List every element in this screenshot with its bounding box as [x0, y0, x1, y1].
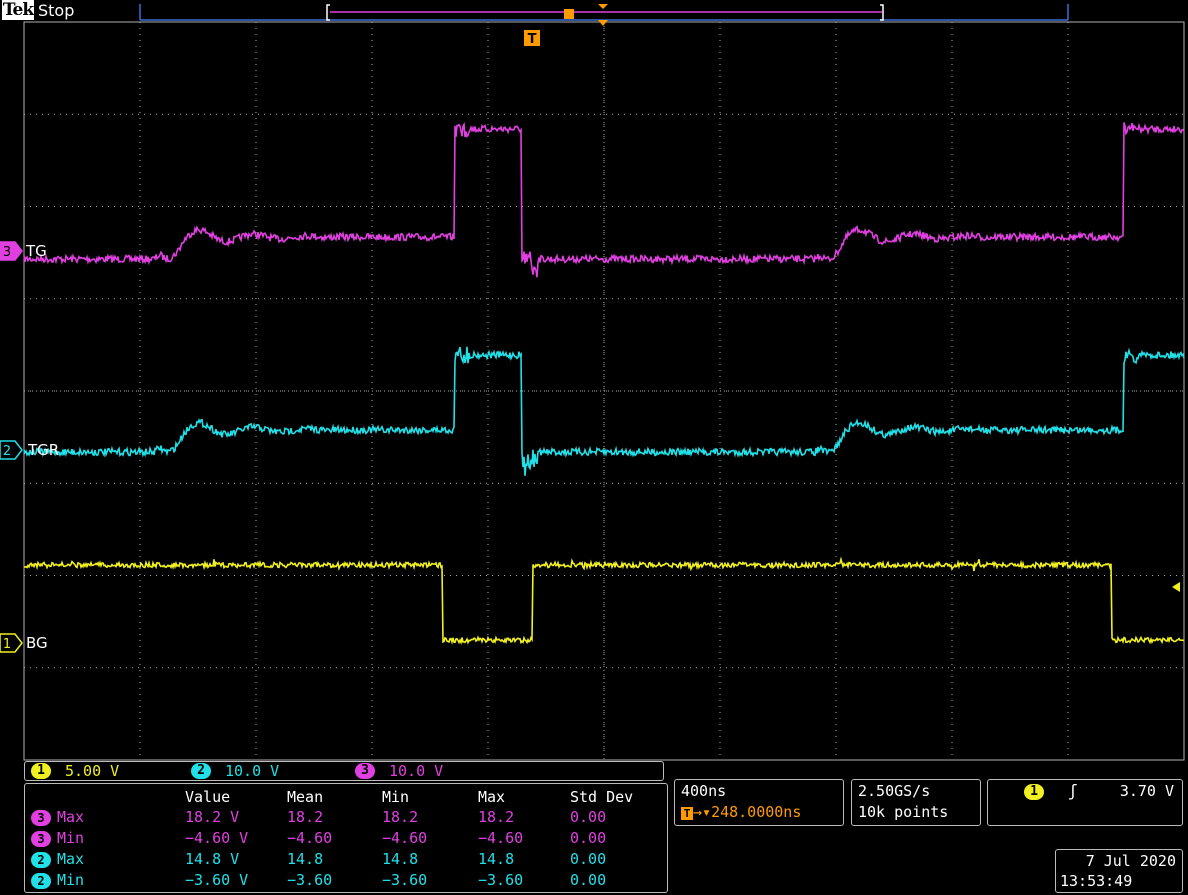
trace-bg [23, 556, 1184, 645]
measurement-mean: 18.2 [287, 808, 324, 826]
scale-ch2[interactable]: 2 10.0 V [191, 763, 279, 780]
measurement-type: Max [57, 808, 85, 826]
measurement-type: Min [57, 829, 85, 847]
datetime-readout: 7 Jul 2020 13:53:49 [1055, 849, 1183, 893]
trigger-position-marker-icon[interactable]: T [524, 30, 540, 47]
channel-badge: 3 [31, 830, 51, 847]
measurement-max: 18.2 [478, 808, 515, 826]
col-value: Value [185, 788, 231, 806]
measurement-value: −3.60 V [185, 871, 249, 889]
measurement-row[interactable]: 2 Max 14.8 V 14.8 14.8 14.8 0.00 [25, 849, 665, 869]
trigger-level-icon[interactable] [1172, 582, 1180, 592]
trigger-source-badge: 1 [1024, 784, 1044, 800]
col-max: Max [478, 788, 506, 806]
measurement-std: 0.00 [570, 850, 607, 868]
measurement-min: 18.2 [382, 808, 419, 826]
trigger-position-icon: T [681, 807, 693, 820]
svg-text:3: 3 [3, 245, 11, 260]
measurements-header: Value Mean Min Max Std Dev [25, 787, 665, 807]
ch3-ground-marker-icon[interactable]: 3 [0, 241, 23, 261]
timebase: 400ns [681, 782, 727, 800]
scale-ch3[interactable]: 3 10.0 V [355, 763, 443, 780]
measurement-max: 14.8 [478, 850, 515, 868]
date: 7 Jul 2020 [1085, 852, 1176, 870]
ch2-badge: 2 [191, 763, 211, 779]
svg-text:T: T [528, 32, 537, 47]
vertical-scale-bar[interactable]: 1 5.00 V 2 10.0 V 3 10.0 V [24, 761, 664, 781]
measurement-type: Max [57, 850, 85, 868]
measurement-mean: −4.60 [287, 829, 333, 847]
svg-text:1: 1 [3, 637, 11, 652]
scale-ch1[interactable]: 1 5.00 V [31, 763, 119, 780]
measurement-std: 0.00 [570, 829, 607, 847]
channel-badge: 3 [31, 809, 51, 826]
measurement-max: −4.60 [478, 829, 524, 847]
measurement-value: −4.60 V [185, 829, 249, 847]
trigger-level: 3.70 V [1119, 782, 1174, 800]
col-mean: Mean [287, 788, 324, 806]
measurement-row[interactable]: 2 Min −3.60 V −3.60 −3.60 −3.60 0.00 [25, 870, 665, 890]
channel-label-tgr: TGR [28, 441, 60, 459]
horizontal-readout[interactable]: 400ns T →▾248.0000ns [674, 779, 844, 826]
svg-text:2: 2 [3, 444, 11, 459]
record-length: 10k points [858, 803, 949, 821]
measurement-min: −4.60 [382, 829, 428, 847]
measurement-mean: −3.60 [287, 871, 333, 889]
measurement-label: 2 Max [31, 849, 84, 869]
channel-badge: 2 [31, 851, 51, 868]
measurement-max: −3.60 [478, 871, 524, 889]
sample-rate: 2.50GS/s [858, 782, 931, 800]
channel-label-tg: TG [26, 242, 47, 260]
measurement-std: 0.00 [570, 808, 607, 826]
trigger-position: T →▾248.0000ns [681, 803, 801, 821]
ch1-ground-marker-icon[interactable]: 1 [0, 633, 23, 653]
measurement-min: 14.8 [382, 850, 419, 868]
measurement-min: −3.60 [382, 871, 428, 889]
measurement-mean: 14.8 [287, 850, 324, 868]
rising-edge-icon: ʃ [1068, 781, 1078, 800]
ch2-ground-marker-icon[interactable]: 2 [0, 440, 23, 460]
col-min: Min [382, 788, 410, 806]
channel-label-bg: BG [26, 634, 48, 652]
measurement-value: 14.8 V [185, 850, 240, 868]
ch3-badge: 3 [355, 763, 375, 779]
acquisition-readout[interactable]: 2.50GS/s 10k points [851, 779, 981, 826]
measurement-label: 3 Max [31, 807, 84, 827]
markers: T 3 2 1 [0, 4, 1180, 653]
top-status-bar: Tek Stop [0, 0, 1188, 22]
measurements-panel[interactable]: Value Mean Min Max Std Dev 3 Max 18.2 V 18.… [24, 783, 668, 893]
measurement-row[interactable]: 3 Max 18.2 V 18.2 18.2 18.2 0.00 [25, 807, 665, 827]
measurement-label: 3 Min [31, 828, 84, 848]
time: 13:53:49 [1060, 872, 1133, 890]
brand-logo: Tek [2, 0, 34, 20]
measurement-std: 0.00 [570, 871, 607, 889]
graticule [23, 4, 1185, 761]
acquisition-state: Stop [38, 1, 75, 20]
trigger-readout[interactable]: 1 ʃ 3.70 V [987, 779, 1183, 826]
measurement-row[interactable]: 3 Min −4.60 V −4.60 −4.60 −4.60 0.00 [25, 828, 665, 848]
ch1-badge: 1 [31, 763, 51, 779]
channel-badge: 2 [31, 872, 51, 889]
measurement-label: 2 Min [31, 870, 84, 890]
measurement-value: 18.2 V [185, 808, 240, 826]
col-std-dev: Std Dev [570, 788, 634, 806]
measurement-type: Min [57, 871, 85, 889]
